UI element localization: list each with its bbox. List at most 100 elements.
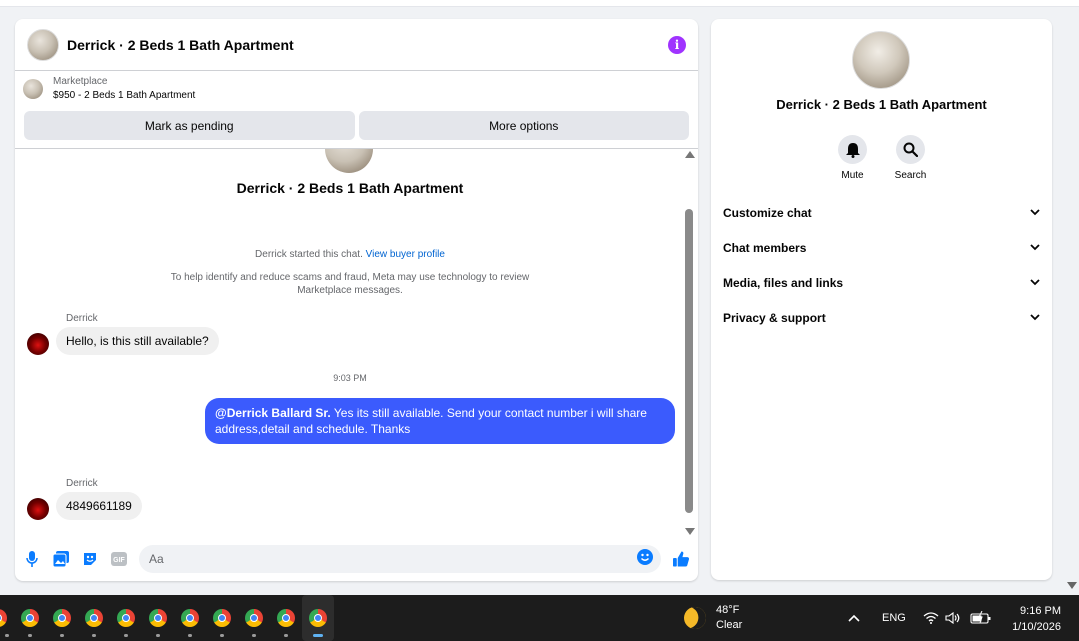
message-text-line-2: address,detail and schedule. Thanks: [215, 422, 411, 436]
section-chat-members[interactable]: Chat members: [711, 230, 1052, 265]
search-button[interactable]: Search: [894, 135, 927, 181]
microphone-icon[interactable]: [23, 551, 40, 568]
search-label: Search: [894, 170, 927, 181]
chrome-icon: [277, 609, 295, 627]
message-sender: Derrick: [66, 313, 98, 324]
scroll-thumb[interactable]: [685, 209, 693, 513]
hero-title: Derrick · 2 Beds 1 Bath Apartment: [236, 180, 464, 196]
taskbar-app[interactable]: [46, 595, 78, 641]
message-input[interactable]: [149, 552, 637, 566]
hero-avatar: [325, 149, 373, 173]
message-bubble-incoming[interactable]: Hello, is this still available?: [56, 327, 219, 355]
sticker-icon[interactable]: [81, 551, 98, 568]
search-icon: [896, 135, 925, 164]
message-scrollbar[interactable]: [683, 149, 695, 535]
running-indicator: [92, 634, 96, 637]
message-list: Derrick · 2 Beds 1 Bath Apartment Derric…: [15, 149, 685, 539]
page-scroll-down-arrow[interactable]: [1067, 582, 1077, 589]
listing-source: Marketplace: [53, 76, 108, 87]
mute-label: Mute: [841, 170, 864, 181]
section-privacy-support[interactable]: Privacy & support: [711, 300, 1052, 335]
more-options-button[interactable]: More options: [358, 111, 689, 140]
weather-temp: 48°F: [716, 604, 740, 616]
photo-icon[interactable]: [52, 551, 69, 568]
running-indicator: [284, 634, 288, 637]
scroll-down-arrow[interactable]: [685, 528, 695, 535]
chevron-down-icon: [1030, 279, 1040, 286]
chat-title[interactable]: Derrick · 2 Beds 1 Bath Apartment: [67, 37, 668, 53]
view-buyer-profile-link[interactable]: View buyer profile: [366, 249, 445, 260]
taskbar-app[interactable]: [0, 595, 14, 641]
mute-button[interactable]: Mute: [838, 135, 868, 181]
chevron-down-icon: [1030, 314, 1040, 321]
chat-header: Derrick · 2 Beds 1 Bath Apartment i: [15, 19, 698, 71]
composer: GIF: [15, 541, 698, 577]
chrome-icon: [213, 609, 231, 627]
clock-date: 1/10/2026: [1012, 621, 1061, 633]
running-indicator: [313, 634, 323, 637]
message-input-box[interactable]: [139, 545, 661, 573]
volume-icon[interactable]: [945, 612, 961, 624]
section-label: Media, files and links: [723, 275, 844, 290]
section-customize-chat[interactable]: Customize chat: [711, 195, 1052, 230]
info-sections: Customize chat Chat members Media, files…: [711, 195, 1052, 335]
chevron-down-icon: [1030, 244, 1040, 251]
emoji-icon[interactable]: [637, 548, 653, 570]
listing-title: $950 - 2 Beds 1 Bath Apartment: [53, 90, 196, 101]
thumbs-up-icon[interactable]: [673, 551, 690, 568]
chat-info-panel: Derrick · 2 Beds 1 Bath Apartment Mute S…: [711, 19, 1052, 580]
scam-notice-line-1: To help identify and reduce scams and fr…: [170, 272, 530, 283]
language-indicator[interactable]: ENG: [882, 612, 906, 624]
taskbar-app[interactable]: [270, 595, 302, 641]
running-indicator: [28, 634, 32, 637]
chrome-icon: [309, 609, 327, 627]
running-indicator: [156, 634, 160, 637]
message-sender: Derrick: [66, 478, 98, 489]
gif-label: GIF: [113, 557, 125, 564]
taskbar-app[interactable]: [206, 595, 238, 641]
section-label: Customize chat: [723, 205, 812, 220]
info-icon[interactable]: i: [668, 35, 686, 54]
taskbar-app[interactable]: [14, 595, 46, 641]
chrome-icon: [85, 609, 103, 627]
taskbar-app[interactable]: [78, 595, 110, 641]
clock-time: 9:16 PM: [1020, 605, 1061, 617]
chevron-down-icon: [1030, 209, 1040, 216]
wifi-icon[interactable]: [923, 612, 939, 624]
taskbar-app[interactable]: [142, 595, 174, 641]
message-bubble-incoming[interactable]: 4849661189: [56, 492, 142, 520]
sender-avatar[interactable]: [27, 333, 49, 355]
chat-avatar[interactable]: [27, 28, 59, 61]
taskbar-app[interactable]: [174, 595, 206, 641]
weather-widget[interactable]: 48°F Clear: [680, 603, 742, 633]
running-indicator: [252, 634, 256, 637]
taskbar-app[interactable]: [110, 595, 142, 641]
time-separator: 9:03 PM: [333, 373, 367, 383]
profile-avatar[interactable]: [852, 31, 910, 89]
gif-icon[interactable]: GIF: [110, 551, 127, 568]
section-media-files-links[interactable]: Media, files and links: [711, 265, 1052, 300]
battery-charging-icon[interactable]: [970, 611, 992, 625]
chrome-icon: [245, 609, 263, 627]
chrome-icon: [0, 609, 7, 627]
chrome-icon: [181, 609, 199, 627]
mark-as-pending-button[interactable]: Mark as pending: [24, 111, 355, 140]
scroll-up-arrow[interactable]: [685, 151, 695, 158]
message-bubble-outgoing[interactable]: @Derrick Ballard Sr. Yes its still avail…: [205, 398, 675, 444]
listing-summary[interactable]: Marketplace $950 - 2 Beds 1 Bath Apartme…: [15, 71, 698, 107]
taskbar-apps: [0, 595, 334, 641]
taskbar-app-active[interactable]: [302, 595, 334, 641]
chrome-icon: [53, 609, 71, 627]
message-text-line-1: Yes its still available. Send your conta…: [330, 406, 647, 420]
taskbar-app[interactable]: [238, 595, 270, 641]
chevron-up-icon[interactable]: [848, 614, 860, 622]
listing-actions: Mark as pending More options: [15, 107, 698, 149]
system-tray: ENG: [845, 595, 992, 641]
chat-started-text: Derrick started this chat.: [255, 249, 363, 260]
sender-avatar[interactable]: [27, 498, 49, 520]
section-label: Privacy & support: [723, 310, 826, 325]
chrome-icon: [117, 609, 135, 627]
running-indicator: [60, 634, 64, 637]
mention[interactable]: @Derrick Ballard Sr.: [215, 406, 331, 420]
system-clock[interactable]: 9:16 PM 1/10/2026: [1005, 603, 1061, 635]
